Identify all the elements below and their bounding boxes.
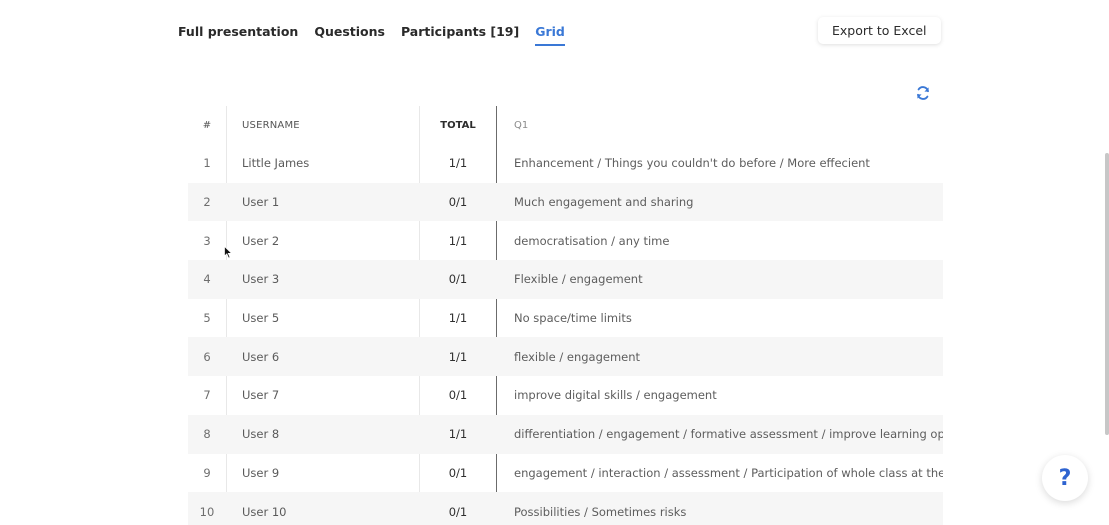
row-number: 10 <box>199 504 215 519</box>
row-total: 1/1 <box>448 427 468 442</box>
row-total: 0/1 <box>448 465 468 480</box>
question-mark-icon: ? <box>1058 465 1072 491</box>
header-total[interactable]: TOTAL <box>420 120 496 131</box>
refresh-icon[interactable] <box>915 85 931 101</box>
row-q1-answer: Flexible / engagement <box>514 272 643 287</box>
row-total: 0/1 <box>448 195 468 210</box>
row-q1-answer: improve digital skills / engagement <box>514 388 717 403</box>
export-to-excel-button[interactable]: Export to Excel <box>818 17 941 44</box>
header-number: # <box>202 119 212 131</box>
row-number: 6 <box>203 349 211 364</box>
grid-header-row: # USERNAME TOTAL Q1 <box>188 106 943 144</box>
row-number: 7 <box>203 388 211 403</box>
row-number: 3 <box>203 233 211 248</box>
table-row[interactable]: 10 User 10 0/1 Possibilities / Sometimes… <box>188 492 943 525</box>
results-grid: # USERNAME TOTAL Q1 1 Little James 1/1 E… <box>188 106 943 525</box>
tab-questions[interactable]: Questions <box>314 24 385 44</box>
row-username: User 9 <box>242 465 280 480</box>
table-row[interactable]: 6 User 6 1/1 flexible / engagement <box>188 337 943 377</box>
grid-page: Full presentation Questions Participants… <box>0 0 1109 525</box>
row-username: Little James <box>242 156 310 171</box>
table-row[interactable]: 4 User 3 0/1 Flexible / engagement <box>188 260 943 299</box>
row-number: 8 <box>203 427 211 442</box>
row-number: 5 <box>203 311 211 326</box>
header-username[interactable]: USERNAME <box>226 120 420 131</box>
row-q1-answer: No space/time limits <box>514 311 632 326</box>
row-username: User 10 <box>242 504 287 519</box>
table-row[interactable]: 7 User 7 0/1 improve digital skills / en… <box>188 376 943 415</box>
row-total: 0/1 <box>448 504 468 519</box>
row-number: 2 <box>203 195 211 210</box>
row-number: 1 <box>203 156 211 171</box>
row-q1-answer: differentiation / engagement / formative… <box>514 427 943 442</box>
row-total: 1/1 <box>448 233 468 248</box>
table-row[interactable]: 5 User 5 1/1 No space/time limits <box>188 299 943 338</box>
row-total: 1/1 <box>448 156 468 171</box>
header-q1[interactable]: Q1 <box>496 120 943 131</box>
table-row[interactable]: 3 User 2 1/1 democratisation / any time <box>188 221 943 260</box>
vertical-scrollbar[interactable] <box>1105 153 1109 435</box>
table-row[interactable]: 8 User 8 1/1 differentiation / engagemen… <box>188 414 943 454</box>
tab-full-presentation[interactable]: Full presentation <box>178 24 298 44</box>
row-q1-answer: Much engagement and sharing <box>514 195 694 210</box>
table-row[interactable]: 9 User 9 0/1 engagement / interaction / … <box>188 454 943 493</box>
row-q1-answer: flexible / engagement <box>514 349 641 364</box>
table-row[interactable]: 2 User 1 0/1 Much engagement and sharing <box>188 182 943 222</box>
tab-bar: Full presentation Questions Participants… <box>178 24 581 46</box>
tab-grid[interactable]: Grid <box>535 24 565 46</box>
row-username: User 5 <box>242 311 280 326</box>
row-total: 0/1 <box>448 272 468 287</box>
row-q1-answer: Possibilities / Sometimes risks <box>514 504 687 519</box>
mouse-cursor-icon <box>224 246 233 259</box>
tab-participants[interactable]: Participants [19] <box>401 24 519 44</box>
row-total: 1/1 <box>448 311 468 326</box>
row-q1-answer: democratisation / any time <box>514 233 670 248</box>
row-number: 9 <box>203 465 211 480</box>
row-username: User 3 <box>242 272 280 287</box>
table-row[interactable]: 1 Little James 1/1 Enhancement / Things … <box>188 144 943 183</box>
help-button[interactable]: ? <box>1042 455 1088 501</box>
row-q1-answer: engagement / interaction / assessment / … <box>514 465 943 480</box>
row-username: User 1 <box>242 195 280 210</box>
row-total: 1/1 <box>448 349 468 364</box>
row-number: 4 <box>203 272 211 287</box>
row-username: User 7 <box>242 388 280 403</box>
row-username: User 2 <box>242 233 280 248</box>
row-username: User 6 <box>242 349 280 364</box>
row-username: User 8 <box>242 427 280 442</box>
row-q1-answer: Enhancement / Things you couldn't do bef… <box>514 156 870 171</box>
row-total: 0/1 <box>448 388 468 403</box>
